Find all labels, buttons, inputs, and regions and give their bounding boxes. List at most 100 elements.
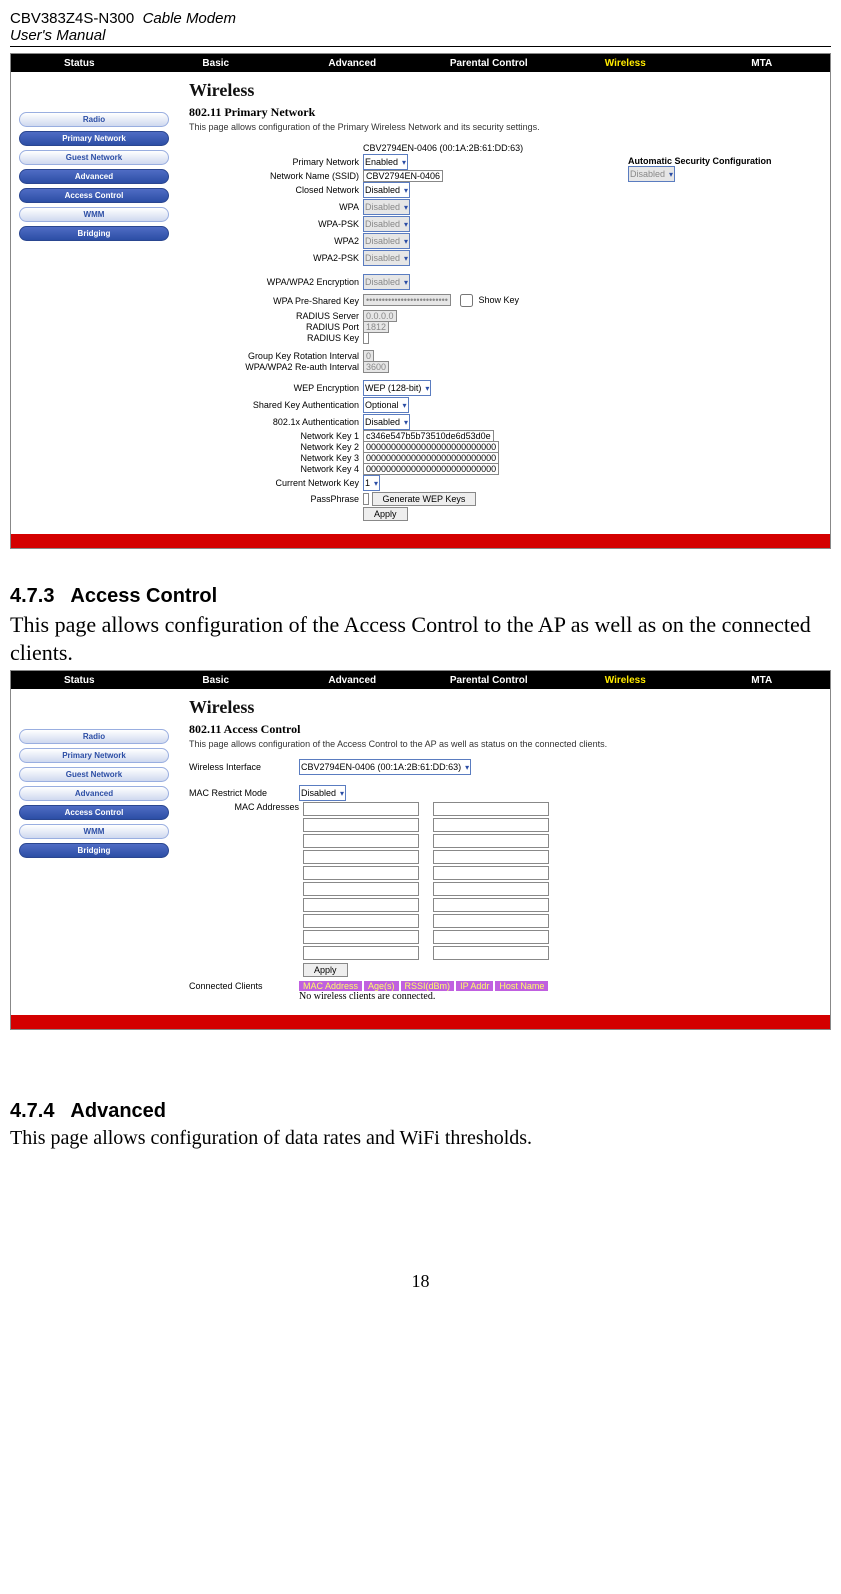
mac-address-input[interactable] <box>303 818 419 832</box>
mac-address-input[interactable] <box>303 914 419 928</box>
nav-tab-status[interactable]: Status <box>11 675 148 686</box>
network-key-4-label: Network Key 4 <box>189 464 363 474</box>
sidebar-item-guest-network[interactable]: Guest Network <box>19 150 169 165</box>
auto-security-config-select[interactable]: Disabled▾ <box>628 166 675 182</box>
network-key-4-input[interactable]: 00000000000000000000000000 <box>363 463 499 475</box>
header-model-line: CBV383Z4S-N300 Cable Modem <box>10 10 236 27</box>
preshared-key-label: WPA Pre-Shared Key <box>189 296 363 306</box>
reauth-interval-input[interactable]: 3600 <box>363 361 389 373</box>
mac-address-input[interactable] <box>433 930 549 944</box>
nav-tab-parental[interactable]: Parental Control <box>421 58 558 69</box>
section-474-heading: 4.7.4 Advanced <box>10 1100 831 1123</box>
nav-tab-wireless[interactable]: Wireless <box>557 675 694 686</box>
mac-address-input[interactable] <box>433 802 549 816</box>
mac-address-input[interactable] <box>433 914 549 928</box>
nav-tab-mta[interactable]: MTA <box>694 58 831 69</box>
ssid-input[interactable]: CBV2794EN-0406 <box>363 170 443 182</box>
preshared-key-input[interactable]: •••••••••••••••••••••••••• <box>363 294 451 306</box>
nav-tab-mta[interactable]: MTA <box>694 675 831 686</box>
panel-title-2: Wireless <box>189 697 818 718</box>
passphrase-input[interactable] <box>363 493 369 505</box>
primary-network-select[interactable]: Enabled▾ <box>363 154 408 170</box>
dropdown-arrow-icon: ▾ <box>404 186 408 195</box>
panel-subtitle: 802.11 Primary Network <box>189 105 818 120</box>
sidebar-item-wmm[interactable]: WMM <box>19 824 169 839</box>
mac-address-input[interactable] <box>303 882 419 896</box>
reauth-interval-label: WPA/WPA2 Re-auth Interval <box>189 362 363 372</box>
mac-address-input[interactable] <box>433 946 549 960</box>
wpa2-value: Disabled <box>365 236 400 246</box>
apply-button-2[interactable]: Apply <box>303 963 348 977</box>
mac-address-input[interactable] <box>303 898 419 912</box>
wireless-interface-select[interactable]: CBV2794EN-0406 (00:1A:2B:61:DD:63)▾ <box>299 759 471 775</box>
sidebar-item-advanced[interactable]: Advanced <box>19 169 169 184</box>
mac-address-input[interactable] <box>433 898 549 912</box>
header-manual: User's Manual <box>10 27 236 44</box>
sidebar-item-primary-network[interactable]: Primary Network <box>19 131 169 146</box>
mac-address-input[interactable] <box>303 834 419 848</box>
nav-tab-parental[interactable]: Parental Control <box>421 675 558 686</box>
mac-address-input[interactable] <box>303 866 419 880</box>
wpa2-psk-select[interactable]: Disabled▾ <box>363 250 410 266</box>
wpa-label: WPA <box>189 202 363 212</box>
nav-tab-status[interactable]: Status <box>11 58 148 69</box>
panel-subtitle-2: 802.11 Access Control <box>189 722 818 737</box>
mac-address-input[interactable] <box>303 946 419 960</box>
closed-network-select[interactable]: Disabled▾ <box>363 182 410 198</box>
sidebar-item-wmm[interactable]: WMM <box>19 207 169 222</box>
wpa2-label: WPA2 <box>189 236 363 246</box>
closed-network-label: Closed Network <box>189 185 363 195</box>
wpa-psk-label: WPA-PSK <box>189 219 363 229</box>
dot1x-auth-select[interactable]: Disabled ▾ <box>363 414 410 430</box>
wpa-select[interactable]: Disabled▾ <box>363 199 410 215</box>
sidebar-item-access-control[interactable]: Access Control <box>19 805 169 820</box>
sidebar-item-guest-network[interactable]: Guest Network <box>19 767 169 782</box>
section-474-title: Advanced <box>70 1100 166 1122</box>
section-473-number: 4.7.3 <box>10 585 54 607</box>
apply-button[interactable]: Apply <box>363 507 408 521</box>
sidebar-item-advanced[interactable]: Advanced <box>19 786 169 801</box>
nav-tab-basic[interactable]: Basic <box>148 675 285 686</box>
nav-tab-advanced[interactable]: Advanced <box>284 675 421 686</box>
current-network-key-select[interactable]: 1▾ <box>363 475 380 491</box>
sidebar-item-bridging[interactable]: Bridging <box>19 843 169 858</box>
mac-address-input[interactable] <box>433 818 549 832</box>
dropdown-arrow-icon: ▾ <box>465 763 469 772</box>
shared-key-auth-select[interactable]: Optional▾ <box>363 397 409 413</box>
sidebar-item-radio[interactable]: Radio <box>19 729 169 744</box>
section-474-number: 4.7.4 <box>10 1100 54 1122</box>
radius-port-label: RADIUS Port <box>189 322 363 332</box>
sidebar-item-access-control[interactable]: Access Control <box>19 188 169 203</box>
mac-restrict-mode-select[interactable]: Disabled▾ <box>299 785 346 801</box>
mac-address-input[interactable] <box>303 850 419 864</box>
wep-encryption-select[interactable]: WEP (128-bit)▾ <box>363 380 431 396</box>
wpa-encryption-select[interactable]: Disabled▾ <box>363 274 410 290</box>
section-474-body: This page allows configuration of data r… <box>10 1126 831 1151</box>
nav-tab-wireless[interactable]: Wireless <box>557 58 694 69</box>
radius-key-input[interactable] <box>363 332 369 344</box>
wpa-psk-select[interactable]: Disabled▾ <box>363 216 410 232</box>
dropdown-arrow-icon: ▾ <box>404 418 408 427</box>
wpa2-select[interactable]: Disabled▾ <box>363 233 410 249</box>
group-key-rotation-label: Group Key Rotation Interval <box>189 351 363 361</box>
mac-address-input[interactable] <box>433 850 549 864</box>
nav-tab-advanced[interactable]: Advanced <box>284 58 421 69</box>
mac-address-input[interactable] <box>433 866 549 880</box>
mac-addresses-label: MAC Addresses <box>189 802 303 812</box>
dropdown-arrow-icon: ▾ <box>669 170 673 179</box>
page-number: 18 <box>10 1271 831 1292</box>
mac-address-input[interactable] <box>433 834 549 848</box>
mac-address-input[interactable] <box>433 882 549 896</box>
sidebar-item-radio[interactable]: Radio <box>19 112 169 127</box>
show-key-checkbox[interactable] <box>460 294 473 307</box>
generate-wep-keys-button[interactable]: Generate WEP Keys <box>372 492 477 506</box>
mac-address-input[interactable] <box>303 802 419 816</box>
sidebar-item-bridging[interactable]: Bridging <box>19 226 169 241</box>
nav-tab-basic[interactable]: Basic <box>148 58 285 69</box>
dot1x-auth-value: Disabled <box>365 417 400 427</box>
sidebar-item-primary-network[interactable]: Primary Network <box>19 748 169 763</box>
primary-network-label: Primary Network <box>189 157 363 167</box>
shared-key-auth-value: Optional <box>365 400 399 410</box>
mac-address-input[interactable] <box>303 930 419 944</box>
no-clients-message: No wireless clients are connected. <box>299 991 548 1002</box>
